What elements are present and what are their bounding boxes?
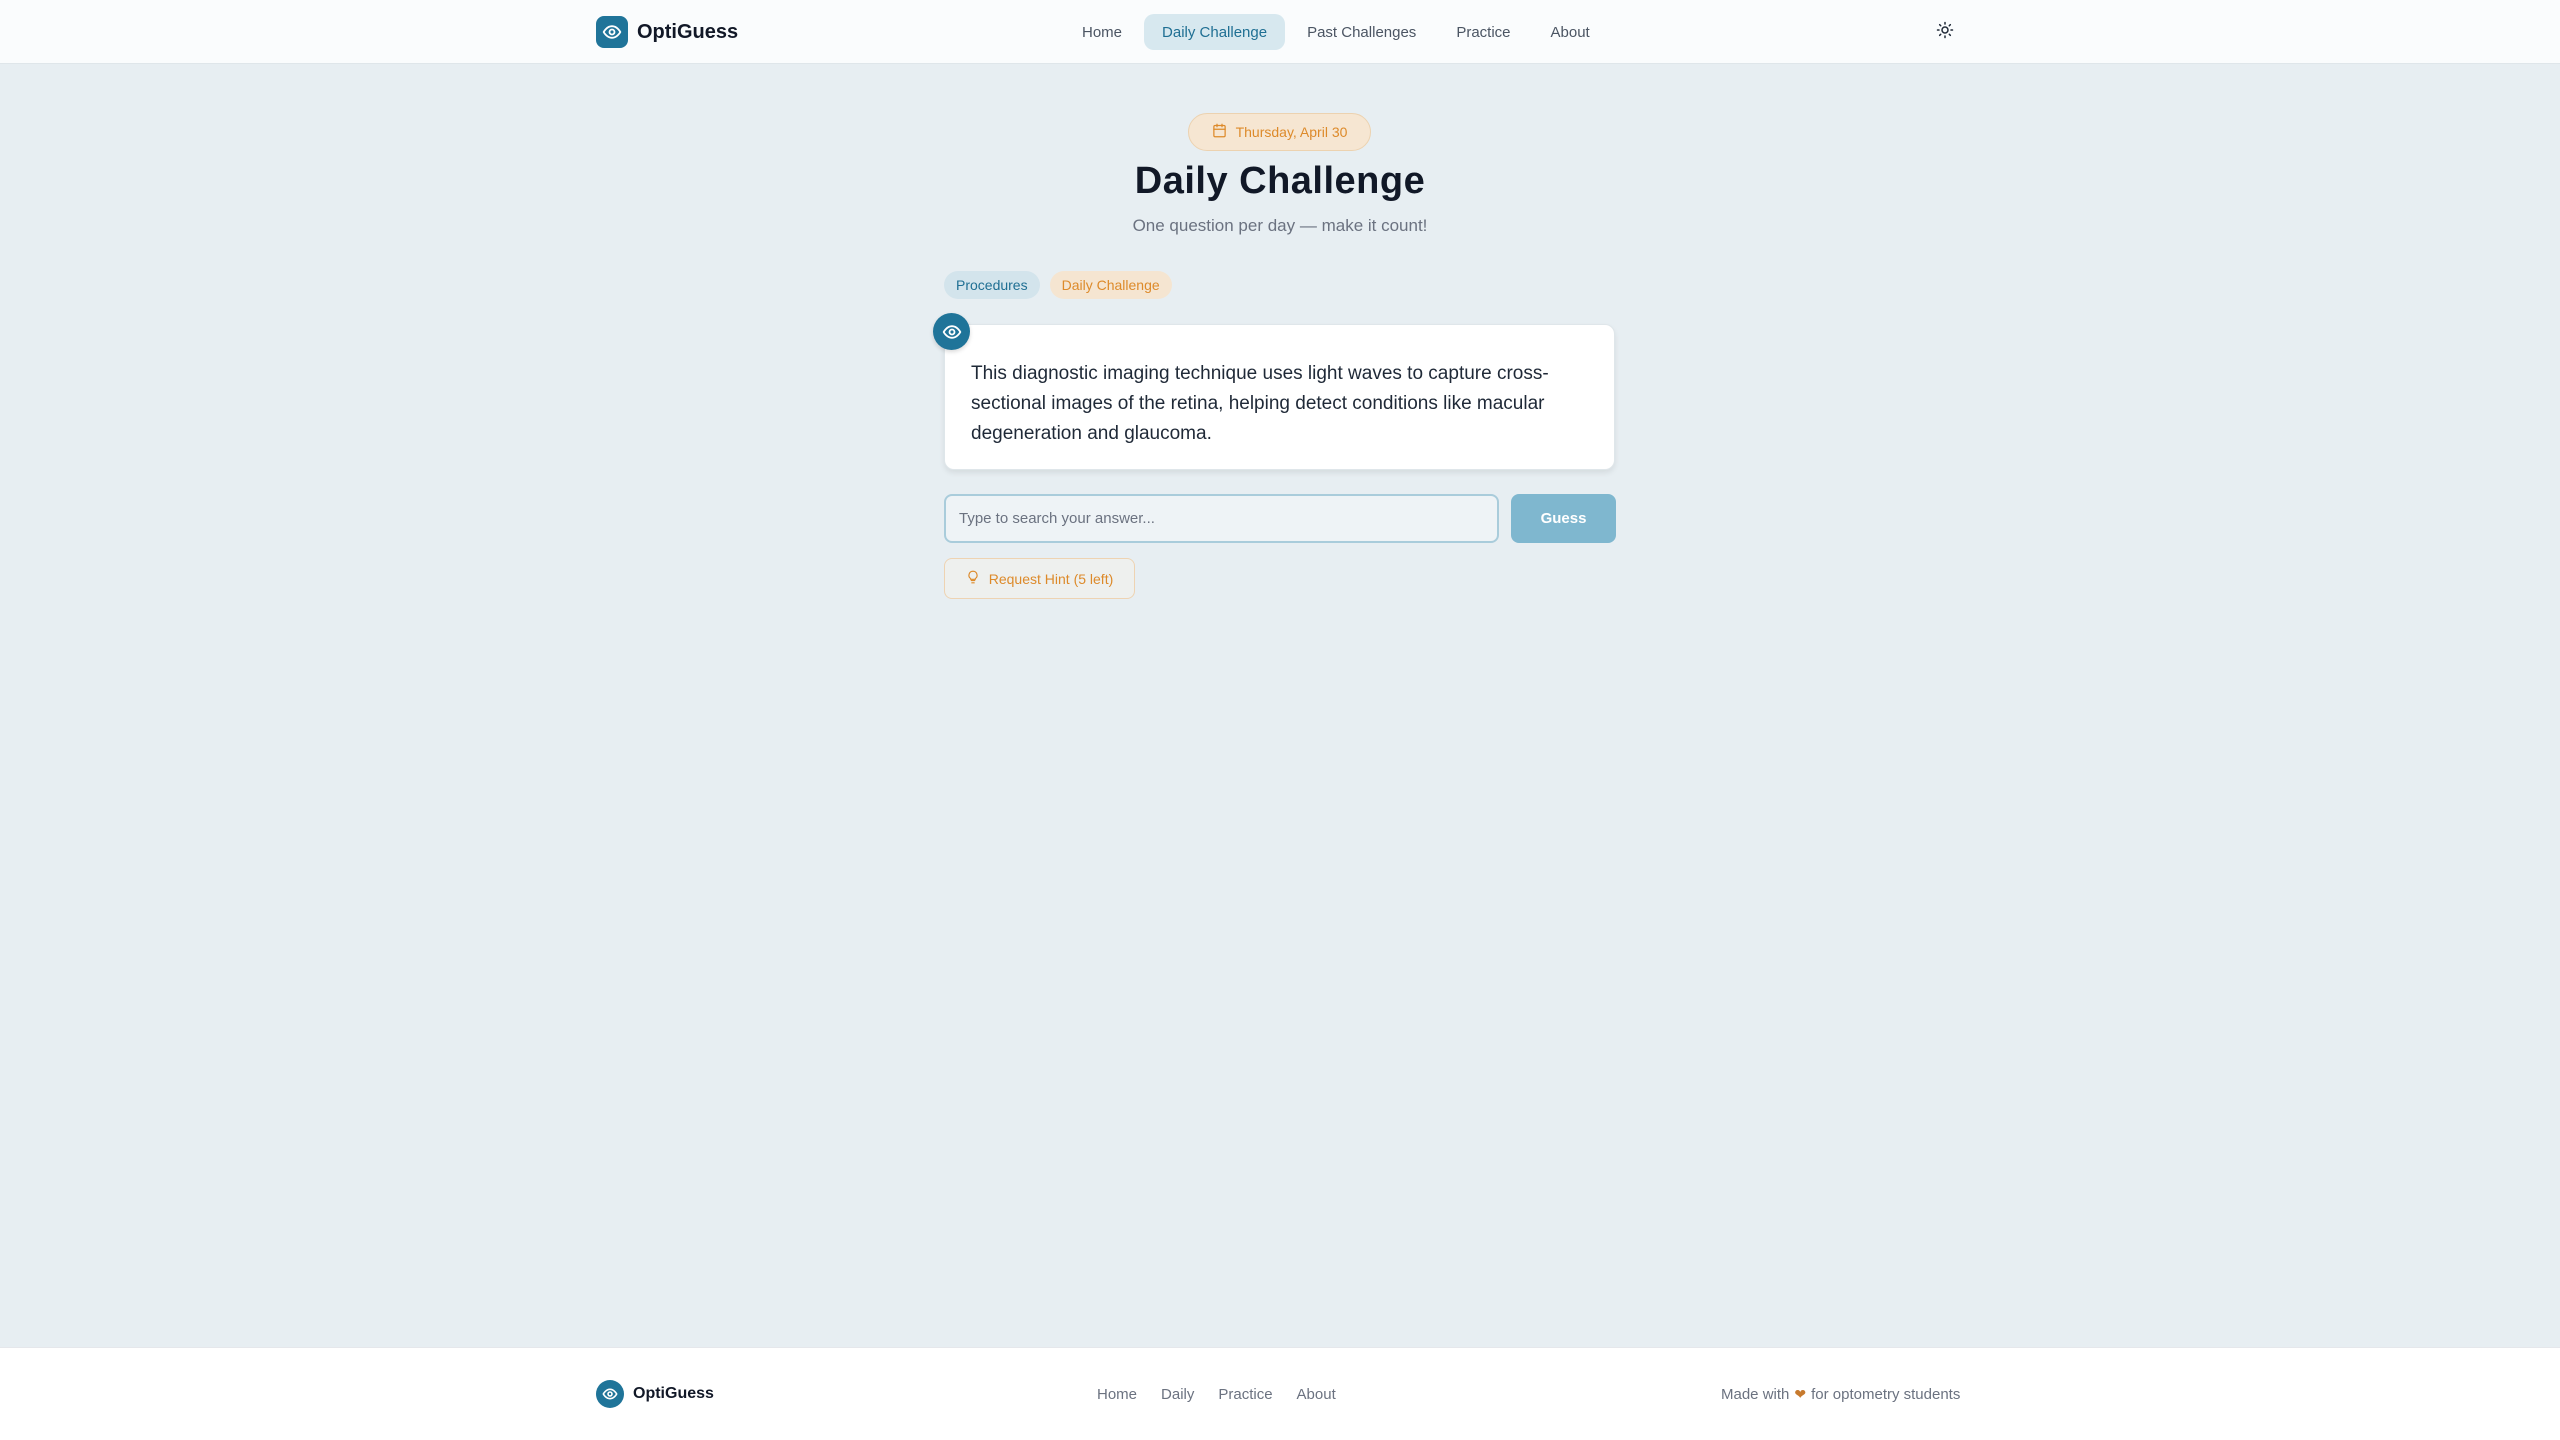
nav-daily-challenge[interactable]: Daily Challenge — [1144, 14, 1286, 50]
footer-brand[interactable]: OptiGuess — [596, 1380, 714, 1408]
eye-icon — [596, 1380, 624, 1408]
nav-about[interactable]: About — [1533, 14, 1608, 50]
main-nav: Home Daily Challenge Past Challenges Pra… — [1064, 14, 1608, 50]
question-text: This diagnostic imaging technique uses l… — [971, 363, 1549, 444]
sun-icon — [1936, 21, 1954, 44]
eye-icon — [596, 16, 628, 48]
page-title: Daily Challenge — [1134, 160, 1426, 202]
question-card: This diagnostic imaging technique uses l… — [944, 324, 1615, 470]
date-text: Thursday, April 30 — [1235, 124, 1348, 140]
footer-credit-suffix: for optometry students — [1811, 1386, 1961, 1403]
hint-button-label: Request Hint (5 left) — [988, 570, 1114, 587]
footer-nav: Home Daily Practice About — [1097, 1386, 1336, 1403]
top-nav-bar: OptiGuess Home Daily Challenge Past Chal… — [0, 0, 2560, 64]
lightbulb-icon — [966, 569, 980, 588]
date-badge: Thursday, April 30 — [1188, 113, 1371, 151]
brand-name: OptiGuess — [637, 20, 739, 43]
question-tags: Procedures Daily Challenge — [944, 271, 1172, 299]
answer-search-input[interactable] — [944, 494, 1499, 543]
heart-icon: ❤ — [1794, 1386, 1807, 1402]
footer-brand-name: OptiGuess — [633, 1385, 714, 1402]
eye-icon — [933, 313, 970, 350]
request-hint-button[interactable]: Request Hint (5 left) — [944, 558, 1135, 599]
calendar-icon — [1212, 123, 1227, 141]
footer-link-about[interactable]: About — [1297, 1386, 1336, 1403]
page-subtitle: One question per day — make it count! — [1132, 216, 1428, 235]
theme-toggle-button[interactable] — [1930, 17, 1960, 47]
category-tag: Procedures — [944, 271, 1040, 299]
brand-logo-link[interactable]: OptiGuess — [596, 15, 738, 49]
footer-credit-prefix: Made with — [1721, 1386, 1790, 1403]
nav-past-challenges[interactable]: Past Challenges — [1289, 14, 1434, 50]
footer-link-practice[interactable]: Practice — [1218, 1386, 1272, 1403]
footer-link-home[interactable]: Home — [1097, 1386, 1137, 1403]
daily-challenge-tag: Daily Challenge — [1049, 271, 1172, 299]
nav-practice[interactable]: Practice — [1438, 14, 1528, 50]
footer-link-daily[interactable]: Daily — [1161, 1386, 1194, 1403]
footer: OptiGuess Home Daily Practice About Made… — [0, 1347, 2560, 1440]
footer-credit: Made with ❤ for optometry students — [1721, 1386, 1960, 1403]
nav-home[interactable]: Home — [1064, 14, 1140, 50]
guess-button[interactable]: Guess — [1511, 494, 1616, 543]
